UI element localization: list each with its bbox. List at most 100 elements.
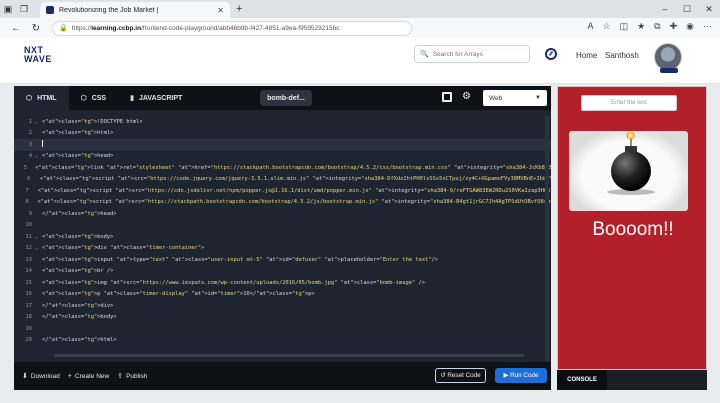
spark-icon bbox=[626, 132, 635, 139]
extensions-icon[interactable]: ✚ bbox=[670, 21, 678, 32]
code-line[interactable]: 12 ⌄ <"at">class="tg">div "at">class="tim… bbox=[14, 243, 551, 255]
save-icon[interactable] bbox=[442, 92, 452, 102]
avatar[interactable] bbox=[654, 43, 682, 71]
close-tab-icon[interactable]: ✕ bbox=[217, 6, 224, 15]
profile-icon[interactable]: ◉ bbox=[686, 21, 694, 32]
nav-home-link[interactable]: Home bbox=[576, 51, 597, 60]
search-box[interactable]: 🔍 bbox=[414, 45, 530, 63]
tab-console[interactable]: CONSOLE bbox=[557, 370, 607, 390]
code-line[interactable]: 7 <"at">class="tg">script "at">src="http… bbox=[14, 185, 551, 197]
code-line[interactable]: 19 bbox=[14, 323, 551, 335]
line-number: 10 bbox=[25, 222, 32, 229]
line-number: 7 bbox=[25, 187, 29, 194]
code-line[interactable]: 5 <"at">class="tg">link "at">rel="styles… bbox=[14, 162, 551, 174]
create-new-button[interactable]: + Create New bbox=[68, 373, 109, 380]
reset-code-button[interactable]: ↺ Reset Code bbox=[435, 368, 486, 383]
code-text: <"at">class="tg">br /> bbox=[42, 268, 114, 275]
code-line[interactable]: 20 </"at">class="tg">html> bbox=[14, 335, 551, 347]
reset-code-label: Reset Code bbox=[447, 372, 481, 379]
code-text: <"at">class="tg">script "at">src="https:… bbox=[37, 199, 551, 206]
search-icon: 🔍 bbox=[420, 51, 429, 58]
tabs-icon[interactable]: ❐ bbox=[16, 0, 32, 18]
user-name[interactable]: Santhosh bbox=[605, 51, 639, 60]
code-line[interactable]: 14 <"at">class="tg">br /> bbox=[14, 266, 551, 278]
tab-javascript[interactable]: ▮ JAVASCRIPT bbox=[118, 86, 194, 110]
code-line[interactable]: 4 ⌄ <"at">class="tg">head> bbox=[14, 151, 551, 163]
close-window-icon[interactable]: ✕ bbox=[698, 0, 720, 18]
minimize-icon[interactable]: – bbox=[654, 0, 676, 18]
maximize-icon[interactable]: ☐ bbox=[676, 0, 698, 18]
download-button[interactable]: ⬇ Download bbox=[22, 372, 60, 381]
browser-tab[interactable]: Revolutionizing the Job Market | ✕ bbox=[40, 2, 230, 18]
new-tab-icon[interactable]: + bbox=[236, 3, 242, 15]
code-line[interactable]: 18 </"at">class="tg">body> bbox=[14, 312, 551, 324]
collections-icon[interactable]: ⧉ bbox=[654, 21, 660, 32]
code-line[interactable]: 1 ⌄ <"at">class="tg">!DOCTYPE html> bbox=[14, 116, 551, 128]
line-number: 1 bbox=[28, 118, 32, 125]
search-input[interactable] bbox=[432, 50, 524, 58]
play-icon: ▶ bbox=[503, 372, 511, 379]
view-select-value: Web bbox=[489, 94, 503, 102]
line-number: 4 bbox=[28, 153, 32, 160]
code-line[interactable]: 15 <"at">class="tg">img "at">src="https:… bbox=[14, 277, 551, 289]
code-line[interactable]: 11 ⌄ <"at">class="tg">body> bbox=[14, 231, 551, 243]
favorite-icon[interactable]: ☆ bbox=[602, 21, 610, 32]
gear-icon[interactable]: ⚙ bbox=[462, 91, 471, 102]
favorites-list-icon[interactable]: ★ bbox=[637, 21, 645, 32]
fold-icon[interactable]: ⌄ bbox=[35, 245, 42, 251]
tab-actions-icon[interactable]: ▣ bbox=[0, 0, 16, 18]
back-icon[interactable]: ← bbox=[6, 23, 26, 34]
line-number: 13 bbox=[25, 256, 32, 263]
vertical-scrollbar[interactable] bbox=[545, 116, 549, 361]
more-icon[interactable]: ⋯ bbox=[703, 21, 712, 32]
code-area[interactable]: 1 ⌄ <"at">class="tg">!DOCTYPE html> 2 <"at">… bbox=[14, 116, 551, 361]
code-line[interactable]: 2 <"at">class="tg">html> bbox=[14, 128, 551, 140]
fold-icon[interactable]: ⌄ bbox=[35, 234, 42, 240]
code-line[interactable]: 3 bbox=[14, 139, 551, 151]
fold-icon[interactable]: ⌄ bbox=[35, 153, 42, 159]
code-editor: ⬡ HTML ⬡ CSS ▮ JAVASCRIPT bomb-def... ⚙ … bbox=[14, 86, 551, 390]
tab-html[interactable]: ⬡ HTML bbox=[14, 86, 69, 110]
code-line[interactable]: 16 <"at">class="tg">p "at">class="timer-… bbox=[14, 289, 551, 301]
code-text bbox=[42, 140, 43, 149]
view-select[interactable]: Web ▼ bbox=[483, 90, 547, 106]
editor-footer: ⬇ Download + Create New ⇪ Publish ↺ Reset C… bbox=[14, 362, 551, 390]
line-number: 8 bbox=[25, 199, 29, 206]
code-text: <"at">class="tg">script "at">src="https:… bbox=[39, 176, 551, 183]
code-line[interactable]: 10 bbox=[14, 220, 551, 232]
split-screen-icon[interactable]: ◫ bbox=[620, 21, 629, 32]
read-aloud-icon[interactable]: A bbox=[587, 21, 593, 32]
code-line[interactable]: 6 <"at">class="tg">script "at">src="http… bbox=[14, 174, 551, 186]
tab-css[interactable]: ⬡ CSS bbox=[69, 86, 119, 110]
timer-icon[interactable] bbox=[545, 48, 557, 60]
reload-icon[interactable]: ↻ bbox=[26, 23, 46, 34]
code-line[interactable]: 9 </"at">class="tg">head> bbox=[14, 208, 551, 220]
file-name-button[interactable]: bomb-def... bbox=[260, 90, 312, 106]
line-number: 18 bbox=[25, 314, 32, 321]
line-number: 16 bbox=[25, 291, 32, 298]
tab-javascript-label: JAVASCRIPT bbox=[138, 94, 183, 102]
favicon-icon bbox=[46, 6, 54, 14]
download-icon: ⬇ bbox=[22, 373, 28, 380]
code-text: </"at">class="tg">html> bbox=[42, 337, 117, 344]
code-text: <"at">class="tg">script "at">src="https:… bbox=[37, 187, 551, 194]
url-field[interactable]: 🔒 https://learning.ccbp.in/frontend-code… bbox=[52, 20, 412, 36]
reset-icon: ↺ bbox=[440, 372, 448, 379]
bomb-image bbox=[569, 131, 688, 211]
fold-icon[interactable]: ⌄ bbox=[35, 119, 42, 125]
browser-toolbar-icons: A ☆ ◫ ★ ⧉ ✚ ◉ ⋯ bbox=[587, 21, 712, 32]
nxtwave-logo[interactable]: NXT WAVE bbox=[24, 46, 52, 64]
output-text-input[interactable]: Enter the text bbox=[581, 95, 677, 111]
create-new-label: Create New bbox=[74, 372, 110, 380]
publish-icon: ⇪ bbox=[117, 373, 124, 380]
run-code-button[interactable]: ▶ Run Code bbox=[495, 368, 547, 383]
line-number: 3 bbox=[28, 141, 32, 148]
tab-html-label: HTML bbox=[37, 94, 57, 102]
code-text: </"at">class="tg">head> bbox=[42, 210, 117, 217]
publish-button[interactable]: ⇪ Publish bbox=[117, 372, 147, 381]
browser-tab-title: Revolutionizing the Job Market | bbox=[59, 6, 159, 14]
horizontal-scrollbar[interactable] bbox=[54, 354, 524, 357]
code-line[interactable]: 8 <"at">class="tg">script "at">src="http… bbox=[14, 197, 551, 209]
code-line[interactable]: 13 <"at">class="tg">input "at">type="tex… bbox=[14, 254, 551, 266]
code-line[interactable]: 17 </"at">class="tg">div> bbox=[14, 300, 551, 312]
